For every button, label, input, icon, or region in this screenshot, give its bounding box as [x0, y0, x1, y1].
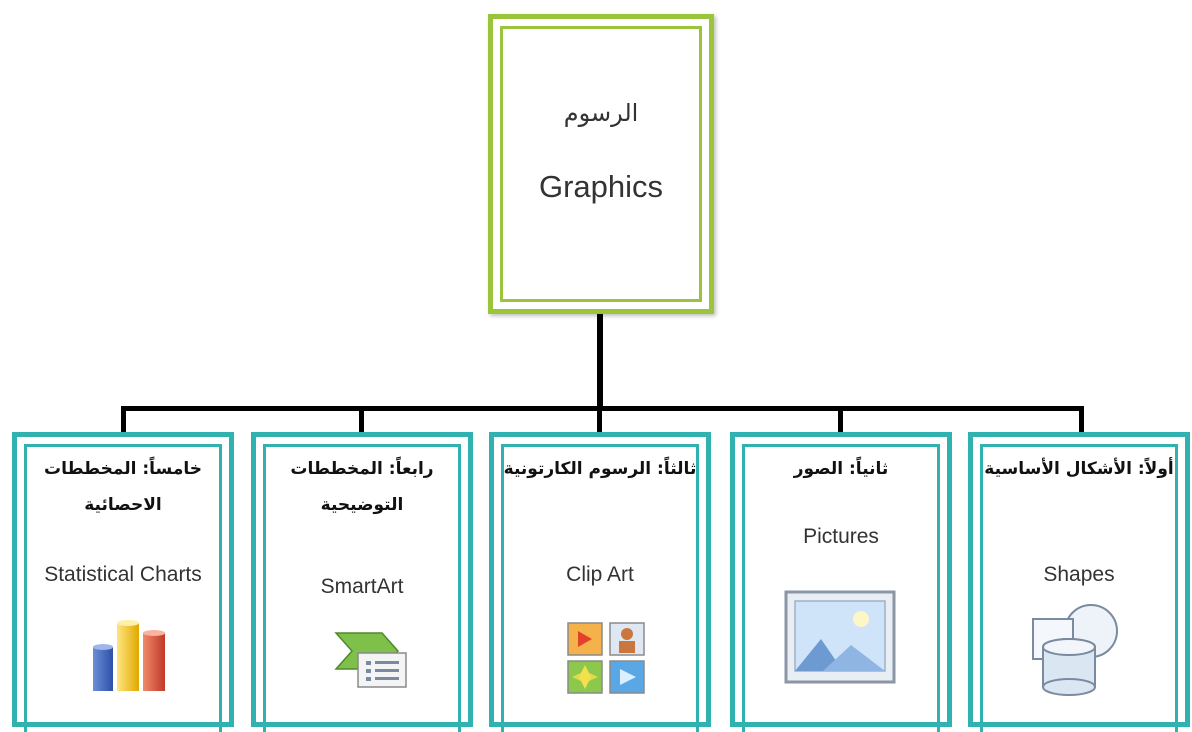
picture-icon [784, 590, 896, 684]
child-title-english: Statistical Charts [44, 563, 202, 586]
connector-drop-3 [597, 406, 602, 434]
child-inner-border [742, 444, 940, 732]
root-node-graphics: الرسوم Graphics [488, 14, 714, 314]
child-title-arabic: ثانياً: الصور [793, 459, 889, 479]
connector-drop-1 [121, 406, 126, 434]
root-title-english: Graphics [538, 169, 664, 204]
child-title-arabic: رابعاً: المخططات التوضيحية [290, 459, 434, 515]
child-title-english: SmartArt [320, 575, 404, 598]
child-title-english: Pictures [803, 525, 879, 548]
child-title-arabic: ثالثاً: الرسوم الكارتونية [503, 459, 697, 479]
connector-drop-2 [359, 406, 364, 434]
connector-drop-5 [1079, 406, 1084, 434]
smartart-icon [334, 632, 407, 688]
connector-trunk [597, 314, 603, 410]
root-node-inner-border [500, 26, 702, 302]
connector-horizontal-bar [121, 406, 1084, 411]
child-node-statistical-charts: خامساً: المخططات الاحصائية Statistical C… [12, 432, 234, 732]
child-title-english: Clip Art [566, 563, 634, 586]
child-node-clip-art: ثالثاً: الرسوم الكارتونية Clip Art [489, 432, 711, 732]
connector-drop-4 [838, 406, 843, 434]
child-node-smartart: رابعاً: المخططات التوضيحية SmartArt [251, 432, 473, 732]
bar-chart-icon [93, 620, 165, 691]
child-title-arabic: أولاً: الأشكال الأساسية [984, 459, 1174, 479]
child-title-english: Shapes [1043, 563, 1115, 586]
root-title-arabic: الرسوم [563, 99, 639, 127]
child-node-pictures: ثانياً: الصور Pictures [730, 432, 952, 732]
child-title-arabic: خامساً: المخططات الاحصائية [43, 459, 202, 515]
shapes-icon [1032, 604, 1118, 696]
child-node-shapes: أولاً: الأشكال الأساسية Shapes [968, 432, 1190, 732]
clip-art-icon [567, 622, 645, 694]
